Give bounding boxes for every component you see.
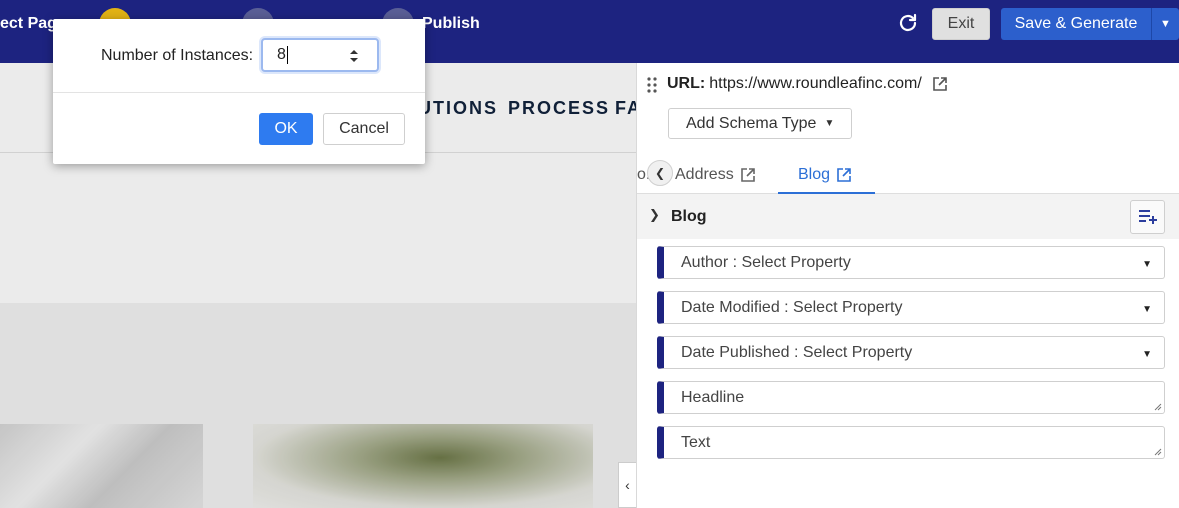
instances-number-input[interactable]: 8 bbox=[261, 38, 379, 72]
schema-tabs: o. ❮ Address Blog bbox=[637, 158, 1179, 194]
blog-section-header[interactable]: ❯ Blog bbox=[637, 194, 1179, 239]
add-schema-type-button[interactable]: Add Schema Type ▼ bbox=[668, 108, 852, 139]
dialog-divider bbox=[53, 92, 425, 93]
field-label: Date Published : Select Property bbox=[681, 343, 913, 361]
playlist-add-icon bbox=[1138, 210, 1157, 224]
tab-blog[interactable]: Blog bbox=[798, 166, 852, 184]
section-title: Blog bbox=[671, 208, 707, 225]
ok-button[interactable]: OK bbox=[259, 113, 313, 145]
property-field-author[interactable]: Author : Select Property ▼ bbox=[657, 246, 1165, 279]
url-value: https://www.roundleafinc.com/ bbox=[709, 75, 922, 92]
tab-address[interactable]: Address bbox=[675, 166, 756, 184]
refresh-icon[interactable] bbox=[896, 11, 920, 35]
instances-value: 8 bbox=[277, 46, 286, 63]
caret-down-icon: ▼ bbox=[824, 118, 835, 129]
add-schema-type-label: Add Schema Type bbox=[686, 114, 817, 132]
save-generate-button[interactable]: Save & Generate bbox=[1001, 8, 1151, 40]
number-spinner-icon[interactable] bbox=[349, 49, 359, 63]
field-label: Text bbox=[681, 433, 711, 451]
save-dropdown-toggle[interactable]: ▼ bbox=[1151, 8, 1179, 40]
drag-handle-icon[interactable] bbox=[647, 77, 657, 93]
caret-down-icon: ▼ bbox=[1160, 18, 1171, 30]
external-link-icon[interactable] bbox=[836, 167, 852, 183]
add-property-button[interactable] bbox=[1130, 200, 1165, 234]
resize-handle-icon[interactable] bbox=[1154, 448, 1162, 456]
external-link-icon[interactable] bbox=[932, 76, 948, 92]
text-cursor bbox=[286, 46, 288, 64]
property-field-text[interactable]: Text bbox=[657, 426, 1165, 459]
property-field-headline[interactable]: Headline bbox=[657, 381, 1165, 414]
chevron-down-icon[interactable]: ❯ bbox=[649, 207, 660, 223]
property-field-date-published[interactable]: Date Published : Select Property ▼ bbox=[657, 336, 1165, 369]
exit-button[interactable]: Exit bbox=[932, 8, 990, 40]
field-label: Author : Select Property bbox=[681, 253, 851, 271]
url-label: URL: bbox=[667, 75, 706, 92]
field-label: Headline bbox=[681, 388, 745, 406]
field-label: Date Modified : Select Property bbox=[681, 298, 903, 316]
url-row: URL: https://www.roundleafinc.com/ bbox=[667, 75, 948, 93]
caret-down-icon: ▼ bbox=[1142, 349, 1152, 360]
tab-blog-label: Blog bbox=[798, 166, 831, 183]
chevron-left-icon: ❮ bbox=[654, 166, 666, 180]
tab-address-label: Address bbox=[675, 166, 734, 183]
property-field-date-modified[interactable]: Date Modified : Select Property ▼ bbox=[657, 291, 1165, 324]
instances-dialog: Number of Instances: 8 OK Cancel bbox=[53, 19, 425, 164]
instances-label: Number of Instances: bbox=[101, 47, 254, 64]
caret-down-icon: ▼ bbox=[1142, 304, 1152, 315]
cancel-button[interactable]: Cancel bbox=[323, 113, 405, 145]
tabs-scroll-left-button[interactable]: ❮ bbox=[647, 160, 673, 186]
chevron-left-icon: ‹ bbox=[625, 477, 630, 493]
resize-handle-icon[interactable] bbox=[1154, 403, 1162, 411]
panel-collapse-toggle[interactable]: ‹ bbox=[618, 462, 636, 508]
schema-panel: URL: https://www.roundleafinc.com/ Add S… bbox=[636, 63, 1179, 508]
step-select-page-label[interactable]: ect Pag bbox=[0, 0, 57, 48]
external-link-icon[interactable] bbox=[740, 167, 756, 183]
caret-down-icon: ▼ bbox=[1142, 259, 1152, 270]
step-publish-label[interactable]: Publish bbox=[422, 0, 480, 48]
